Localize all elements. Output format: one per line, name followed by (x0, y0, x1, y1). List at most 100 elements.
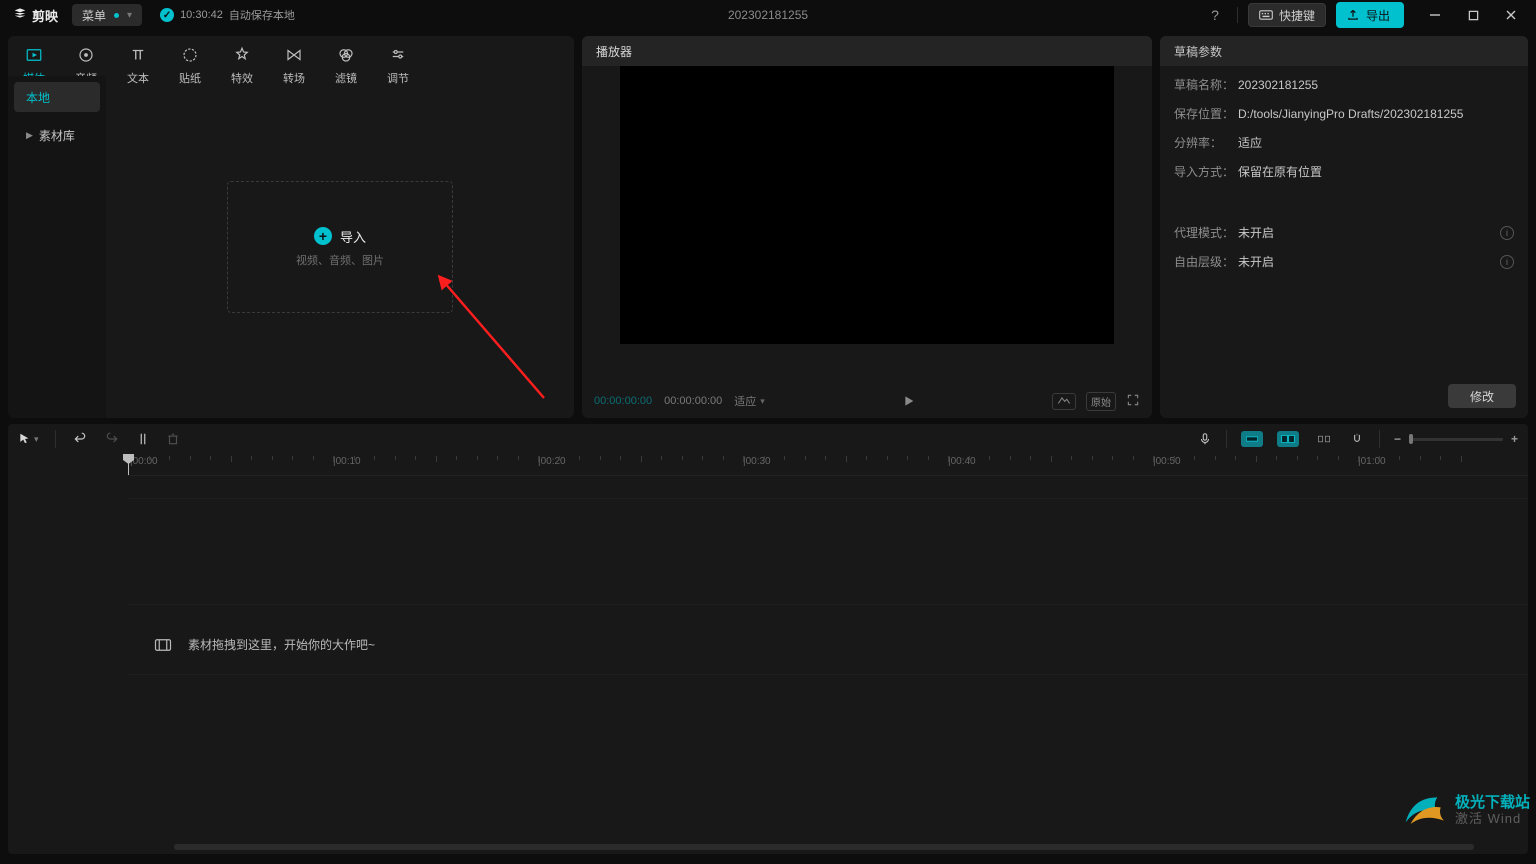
info-icon[interactable]: i (1500, 226, 1514, 240)
ruler-tick (559, 456, 560, 460)
track-main-toggle[interactable] (1241, 431, 1263, 447)
tracks-area[interactable]: 素材拖拽到这里，开始你的大作吧~ (128, 476, 1528, 836)
chevron-down-icon: ▾ (127, 10, 132, 21)
ruler-mark: |01:00 (1358, 456, 1386, 467)
track-audio-toggle[interactable] (1277, 431, 1299, 447)
timeline-toolbar: ▾ − + (8, 424, 1528, 454)
redo-button[interactable] (104, 432, 120, 446)
ratio-select[interactable]: 适应▾ (734, 393, 765, 409)
ruler-tick (1379, 456, 1380, 460)
ruler-tick (251, 456, 252, 460)
ruler-tick (374, 456, 375, 460)
watermark-line1: 极光下载站 (1455, 795, 1530, 812)
ruler-tick (784, 456, 785, 460)
player-viewport[interactable] (620, 66, 1114, 344)
sidebar-local-label: 本地 (26, 89, 50, 106)
zoom-slider[interactable]: − + (1394, 432, 1518, 446)
ruler-tick (1297, 456, 1298, 460)
play-button[interactable] (777, 393, 1040, 409)
split-button[interactable] (136, 431, 150, 447)
timeline-drop-hint: 素材拖拽到这里，开始你的大作吧~ (154, 636, 375, 653)
sidebar-item-library[interactable]: ▶素材库 (14, 120, 100, 150)
adjust-icon (389, 46, 407, 64)
zoom-track[interactable] (1409, 438, 1503, 441)
ruler-tick (1399, 456, 1400, 460)
horizontal-scrollbar[interactable] (138, 844, 1518, 852)
track-line (128, 674, 1528, 675)
ruler-tick (702, 456, 703, 460)
delete-button[interactable] (166, 432, 180, 446)
close-button[interactable] (1496, 4, 1526, 26)
logo-icon (12, 7, 28, 23)
draft-panel: 草稿参数 草稿名称：202302181255 保存位置：D:/tools/Jia… (1160, 36, 1528, 418)
ruler-tick (333, 456, 334, 462)
menu-button[interactable]: 菜单 ▾ (72, 4, 142, 26)
k: 导入方式： (1174, 163, 1238, 180)
ruler-tick (477, 456, 478, 460)
v: 202302181255 (1238, 78, 1318, 92)
modify-button[interactable]: 修改 (1448, 384, 1516, 408)
v: 未开启 (1238, 224, 1274, 241)
media-drop-area[interactable]: + 导入 视频、音频、图片 (106, 76, 574, 418)
mic-button[interactable] (1198, 431, 1212, 447)
fullscreen-icon[interactable] (1126, 393, 1140, 410)
export-label: 导出 (1366, 7, 1390, 24)
time-ruler[interactable]: |00:00 |00:10 |00:20 |00:30 |00:40 |00:5… (128, 454, 1528, 476)
ruler-tick (1071, 456, 1072, 460)
ruler-tick (1358, 456, 1359, 462)
ruler-tick (600, 456, 601, 460)
k: 代理模式： (1174, 224, 1238, 241)
clip-icon (154, 638, 172, 652)
track-line (128, 604, 1528, 605)
help-icon[interactable]: ? (1203, 7, 1227, 23)
watermark: 极光下载站 激活 Wind (1399, 789, 1530, 832)
ruler-tick (825, 456, 826, 460)
ruler-mark: |00:10 (333, 456, 361, 467)
undo-button[interactable] (72, 432, 88, 446)
zoom-handle[interactable] (1409, 434, 1413, 444)
zoom-out-icon[interactable]: − (1394, 432, 1401, 446)
ruler-tick (846, 456, 847, 462)
project-name[interactable]: 202302181255 (728, 8, 808, 22)
ruler-tick (169, 456, 170, 460)
compare-icon[interactable] (1052, 393, 1076, 410)
maximize-button[interactable] (1458, 4, 1488, 26)
k: 草稿名称： (1174, 76, 1238, 93)
timeline-body[interactable]: |00:00 |00:10 |00:20 |00:30 |00:40 |00:5… (128, 454, 1528, 854)
autosave-text: 自动保存本地 (229, 7, 295, 23)
ruler-tick (1051, 456, 1052, 462)
chevron-right-icon: ▶ (26, 130, 33, 141)
playhead[interactable] (128, 454, 129, 475)
original-icon[interactable]: 原始 (1086, 392, 1116, 411)
snap-toggle[interactable] (1349, 432, 1365, 446)
ruler-tick (1133, 456, 1134, 460)
ruler-mark: |00:30 (743, 456, 771, 467)
import-dropzone[interactable]: + 导入 视频、音频、图片 (227, 181, 453, 313)
divider (1237, 7, 1238, 23)
sidebar-item-local[interactable]: 本地 (14, 82, 100, 112)
export-button[interactable]: 导出 (1336, 2, 1404, 28)
ruler-tick (497, 456, 498, 460)
title-bar: 剪映 菜单 ▾ ✓ 10:30:42 自动保存本地 202302181255 ?… (0, 0, 1536, 30)
zoom-in-icon[interactable]: + (1511, 432, 1518, 446)
info-icon[interactable]: i (1500, 255, 1514, 269)
ruler-tick (456, 456, 457, 460)
divider (1379, 430, 1380, 448)
track-text-toggle[interactable] (1313, 431, 1335, 447)
selection-tool[interactable]: ▾ (18, 432, 39, 446)
ruler-tick (538, 456, 539, 462)
scrollbar-thumb[interactable] (174, 844, 1474, 850)
sticker-icon (181, 46, 199, 64)
ruler-tick (415, 456, 416, 460)
minimize-button[interactable] (1420, 4, 1450, 26)
shortcut-button[interactable]: 快捷键 (1248, 3, 1326, 27)
chevron-down-icon: ▾ (760, 396, 765, 407)
ruler-tick (354, 456, 355, 460)
ruler-tick (1215, 456, 1216, 460)
v: 适应 (1238, 134, 1262, 151)
drop-hint-text: 素材拖拽到这里，开始你的大作吧~ (188, 636, 375, 653)
ruler-tick (907, 456, 908, 460)
effect-icon (233, 46, 251, 64)
media-tab-bar: 媒体 音频 文本 贴纸 特效 转场 (8, 36, 574, 76)
player-panel: 播放器 00:00:00:00 00:00:00:00 适应▾ 原始 (582, 36, 1152, 418)
